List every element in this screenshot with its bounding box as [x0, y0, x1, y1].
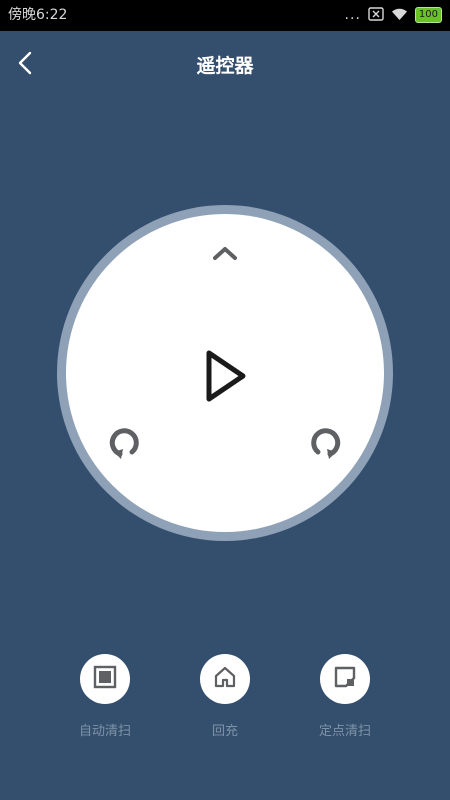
- recharge-label: 回充: [211, 724, 238, 739]
- rotate-left-button[interactable]: [98, 418, 150, 470]
- auto-clean-label: 自动清扫: [78, 724, 131, 739]
- battery-indicator: 100: [414, 7, 442, 23]
- status-time: 傍晚6:22: [8, 7, 68, 23]
- spot-clean-button[interactable]: 定点清扫: [285, 650, 405, 741]
- square-icon: [93, 665, 117, 693]
- chevron-up-icon: [211, 246, 239, 266]
- auto-clean-button[interactable]: 自动清扫: [45, 650, 165, 741]
- page-title: 遥控器: [196, 55, 254, 77]
- header: 遥控器: [0, 31, 450, 101]
- wifi-icon: [391, 6, 408, 25]
- rotate-left-icon: [104, 422, 144, 466]
- sim-error-icon: [368, 6, 384, 25]
- play-icon: [201, 347, 249, 409]
- status-dots: ...: [344, 7, 361, 23]
- rotate-right-icon: [306, 422, 346, 466]
- remote-dial: [57, 205, 393, 541]
- recharge-button[interactable]: 回充: [165, 650, 285, 741]
- spot-clean-label: 定点清扫: [318, 724, 371, 739]
- spot-icon: [333, 665, 357, 693]
- recharge-circle: [200, 654, 250, 704]
- auto-clean-circle: [80, 654, 130, 704]
- spot-clean-circle: [320, 654, 370, 704]
- start-button[interactable]: [194, 347, 256, 409]
- home-icon: [213, 665, 237, 693]
- status-icons: ... 100: [344, 6, 442, 25]
- status-bar: 傍晚6:22 ... 100: [0, 0, 450, 31]
- rotate-right-button[interactable]: [300, 418, 352, 470]
- forward-button[interactable]: [205, 236, 245, 276]
- dial-face: [66, 214, 384, 532]
- bottom-actions: 自动清扫 回充 定点清扫: [0, 650, 450, 750]
